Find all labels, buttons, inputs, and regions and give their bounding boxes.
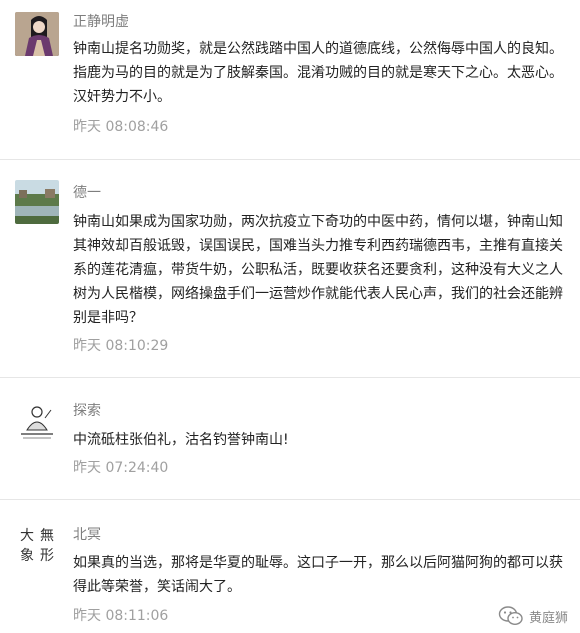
comment-item: 大 象 無 形 北冥 如果真的当选，那将是华夏的耻辱。这口子一开，那么以后阿猫阿… — [0, 500, 580, 633]
watermark-label: 黄庭狮 — [528, 610, 568, 626]
comment-timestamp: 昨天 08:10:29 — [73, 338, 169, 354]
calligraphy-char: 無 — [40, 528, 54, 544]
avatar[interactable] — [15, 12, 59, 56]
calligraphy-char: 象 — [20, 548, 34, 564]
avatar[interactable] — [15, 180, 59, 224]
watermark: 黄庭狮 — [498, 605, 568, 627]
comment-text: 如果真的当选，那将是华夏的耻辱。这口子一开，那么以后阿猫阿狗的都可以获得此等荣誉… — [73, 555, 563, 595]
comment-text: 中流砥柱张伯礼，沽名钓誉钟南山! — [73, 432, 289, 448]
calligraphy-char: 大 — [20, 528, 34, 544]
comment-timestamp: 昨天 08:08:46 — [73, 119, 169, 135]
comment-text: 钟南山提名功勋奖，就是公然践踏中国人的道德底线，公然侮辱中国人的良知。指鹿为马的… — [73, 41, 563, 105]
comment-username: 探索 — [73, 403, 101, 419]
comment-text: 钟南山如果成为国家功勋，两次抗疫立下奇功的中医中药，情何以堪，钟南山知其神效却百… — [73, 214, 563, 326]
comment-item: 德一 钟南山如果成为国家功勋，两次抗疫立下奇功的中医中药，情何以堪，钟南山知其神… — [0, 160, 580, 378]
calligraphy-char: 形 — [40, 548, 54, 564]
comment-username: 德一 — [73, 185, 101, 201]
comment-item: 探索 中流砥柱张伯礼，沽名钓誉钟南山! 昨天 07:24:40 — [0, 378, 580, 500]
comment-timestamp: 昨天 08:11:06 — [73, 608, 169, 624]
comment-username: 北冥 — [73, 527, 101, 543]
avatar[interactable]: 大 象 無 形 — [15, 524, 59, 568]
wechat-icon — [498, 606, 523, 626]
avatar[interactable] — [15, 400, 59, 444]
comment-item: 正静明虚 钟南山提名功勋奖，就是公然践踏中国人的道德底线，公然侮辱中国人的良知。… — [0, 0, 580, 160]
comment-username: 正静明虚 — [73, 14, 129, 30]
comment-timestamp: 昨天 07:24:40 — [73, 460, 169, 476]
